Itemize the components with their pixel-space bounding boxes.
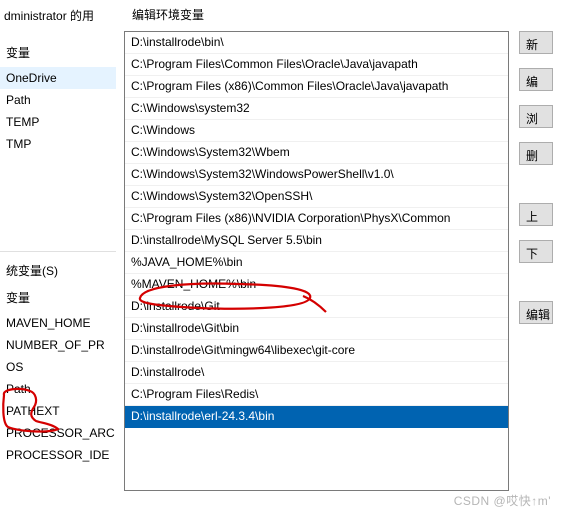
- browse-button[interactable]: 浏: [519, 105, 553, 128]
- path-listbox[interactable]: D:\installrode\bin\C:\Program Files\Comm…: [124, 31, 509, 491]
- path-item[interactable]: D:\installrode\Git: [125, 296, 508, 318]
- path-item[interactable]: C:\Windows\system32: [125, 98, 508, 120]
- path-item[interactable]: D:\installrode\Git\mingw64\libexec\git-c…: [125, 340, 508, 362]
- system-var-item[interactable]: Path: [0, 378, 119, 400]
- system-vars-subheader: 变量: [0, 285, 119, 312]
- edit-text-button[interactable]: 编辑: [519, 301, 553, 324]
- path-item[interactable]: C:\Windows\System32\OpenSSH\: [125, 186, 508, 208]
- system-var-item[interactable]: MAVEN_HOME: [0, 312, 119, 334]
- user-vars-header: 变量: [0, 34, 119, 67]
- path-item[interactable]: C:\Windows\System32\Wbem: [125, 142, 508, 164]
- path-item[interactable]: D:\installrode\Git\bin: [125, 318, 508, 340]
- parent-dialog-fragment: dministrator 的用 变量 OneDrive Path TEMP TM…: [0, 0, 120, 515]
- system-var-item[interactable]: OS: [0, 356, 119, 378]
- edit-env-var-dialog: 编辑环境变量 D:\installrode\bin\C:\Program Fil…: [116, 0, 561, 515]
- parent-title-fragment: dministrator 的用: [0, 4, 119, 34]
- move-up-button[interactable]: 上: [519, 203, 553, 226]
- user-var-item[interactable]: TEMP: [0, 111, 119, 133]
- system-var-item[interactable]: PROCESSOR_IDE: [0, 444, 119, 466]
- path-item[interactable]: D:\installrode\MySQL Server 5.5\bin: [125, 230, 508, 252]
- path-item[interactable]: C:\Program Files (x86)\NVIDIA Corporatio…: [125, 208, 508, 230]
- path-item[interactable]: C:\Program Files (x86)\Common Files\Orac…: [125, 76, 508, 98]
- button-column: 新 编 浏 删 上 下 编辑: [519, 31, 553, 491]
- path-item[interactable]: D:\installrode\erl-24.3.4\bin: [125, 406, 508, 428]
- system-var-item[interactable]: PATHEXT: [0, 400, 119, 422]
- delete-button[interactable]: 删: [519, 142, 553, 165]
- user-var-item[interactable]: TMP: [0, 133, 119, 155]
- new-button[interactable]: 新: [519, 31, 553, 54]
- system-vars-header: 统变量(S): [0, 251, 119, 285]
- path-item[interactable]: C:\Program Files\Common Files\Oracle\Jav…: [125, 54, 508, 76]
- user-var-item[interactable]: OneDrive: [0, 67, 119, 89]
- path-item[interactable]: C:\Windows: [125, 120, 508, 142]
- dialog-title: 编辑环境变量: [124, 6, 553, 31]
- user-var-item[interactable]: Path: [0, 89, 119, 111]
- path-item[interactable]: %MAVEN_HOME%\bin: [125, 274, 508, 296]
- path-item[interactable]: %JAVA_HOME%\bin: [125, 252, 508, 274]
- move-down-button[interactable]: 下: [519, 240, 553, 263]
- edit-button[interactable]: 编: [519, 68, 553, 91]
- path-item[interactable]: C:\Program Files\Redis\: [125, 384, 508, 406]
- system-var-item[interactable]: NUMBER_OF_PR: [0, 334, 119, 356]
- path-item[interactable]: D:\installrode\bin\: [125, 32, 508, 54]
- path-item[interactable]: C:\Windows\System32\WindowsPowerShell\v1…: [125, 164, 508, 186]
- path-item[interactable]: D:\installrode\: [125, 362, 508, 384]
- system-var-item[interactable]: PROCESSOR_ARC: [0, 422, 119, 444]
